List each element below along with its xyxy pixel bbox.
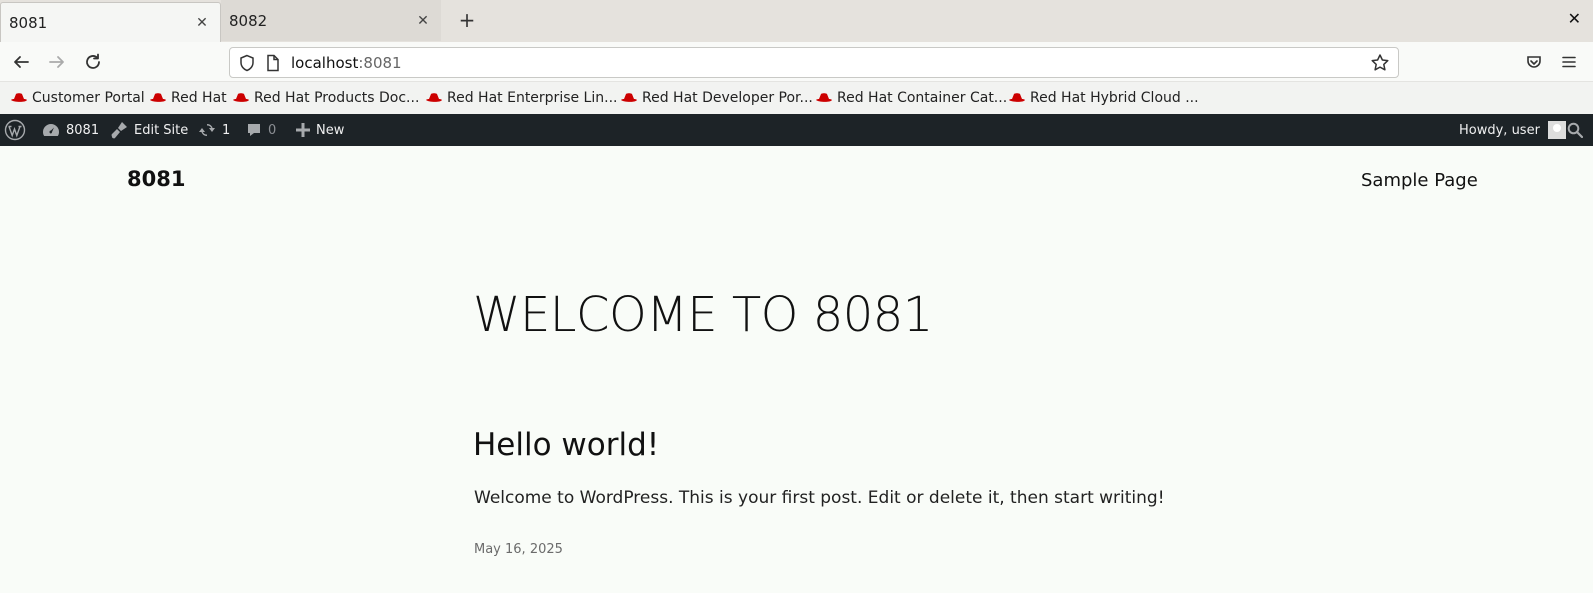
redhat-icon xyxy=(1009,93,1025,102)
tab-strip: 8081 ✕ 8082 ✕ + ✕ xyxy=(0,0,1593,42)
tab-title: 8081 xyxy=(9,13,48,32)
close-tab-icon[interactable]: ✕ xyxy=(415,13,431,29)
wp-admin-bar: 8081 Edit Site 1 0 New Howdy, user xyxy=(0,114,1593,146)
post-date-link[interactable]: May 16, 2025 xyxy=(474,542,563,557)
close-tab-icon[interactable]: ✕ xyxy=(194,15,210,31)
wordpress-logo-button[interactable] xyxy=(4,114,26,146)
pocket-button[interactable] xyxy=(1522,50,1546,74)
bookmark-label: Red Hat Enterprise Lin... xyxy=(447,90,618,106)
bookmark-red-hat-container-catalog[interactable]: Red Hat Container Cat... xyxy=(815,90,1007,106)
bookmark-customer-portal[interactable]: Customer Portal xyxy=(10,90,145,106)
new-content-button[interactable]: New xyxy=(296,114,344,146)
window-close-icon[interactable]: ✕ xyxy=(1568,9,1581,28)
bookmark-red-hat-products-doc[interactable]: Red Hat Products Doc... xyxy=(232,90,419,106)
redhat-icon xyxy=(150,93,166,102)
updates-count: 1 xyxy=(222,122,231,138)
tab-8081[interactable]: 8081 ✕ xyxy=(0,2,221,42)
bookmark-red-hat-developer-portal[interactable]: Red Hat Developer Por... xyxy=(620,90,813,106)
post-title-link[interactable]: Hello world! xyxy=(473,427,659,463)
forward-arrow-icon xyxy=(49,56,64,68)
url-bar[interactable]: localhost:8081 xyxy=(229,47,1399,78)
hamburger-menu-icon xyxy=(1562,56,1576,68)
navigation-toolbar: localhost:8081 xyxy=(0,42,1593,82)
comments-count: 0 xyxy=(268,122,277,138)
back-button[interactable] xyxy=(9,50,33,74)
url-text: localhost:8081 xyxy=(291,54,402,72)
bookmark-red-hat-hybrid-cloud[interactable]: Red Hat Hybrid Cloud ... xyxy=(1008,90,1199,106)
bookmark-red-hat[interactable]: Red Hat xyxy=(149,90,227,106)
forward-button[interactable] xyxy=(45,50,69,74)
wordpress-logo-icon xyxy=(4,119,26,141)
site-name-menu[interactable]: 8081 xyxy=(42,114,99,146)
bookmark-red-hat-enterprise-linux[interactable]: Red Hat Enterprise Lin... xyxy=(425,90,617,106)
search-icon xyxy=(1567,122,1583,138)
shield-icon[interactable] xyxy=(238,54,256,72)
redhat-icon xyxy=(11,93,27,102)
back-arrow-icon xyxy=(14,56,29,68)
bookmark-label: Red Hat Container Cat... xyxy=(837,90,1008,106)
howdy-label: Howdy, user xyxy=(1459,122,1540,138)
pocket-icon xyxy=(1527,56,1541,68)
comment-icon xyxy=(248,124,260,136)
bookmark-label: Customer Portal xyxy=(32,90,145,106)
bookmark-label: Red Hat xyxy=(171,90,227,106)
bookmark-label: Red Hat Developer Por... xyxy=(642,90,813,106)
post-excerpt: Welcome to WordPress. This is your first… xyxy=(474,488,1165,508)
updates-icon xyxy=(199,124,215,136)
plus-icon xyxy=(296,123,310,137)
bookmark-label: Red Hat Hybrid Cloud ... xyxy=(1030,90,1199,106)
bookmark-label: Red Hat Products Doc... xyxy=(254,90,420,106)
page-icon[interactable] xyxy=(265,54,281,72)
bookmarks-toolbar: Customer Portal Red Hat Red Hat Products… xyxy=(0,82,1593,114)
redhat-icon xyxy=(426,93,442,102)
tab-8082[interactable]: 8082 ✕ xyxy=(221,0,441,41)
redhat-icon xyxy=(233,93,249,102)
bookmark-star-icon[interactable] xyxy=(1370,53,1390,73)
nav-link-sample-page[interactable]: Sample Page xyxy=(1361,170,1478,191)
brush-icon xyxy=(111,122,127,139)
admin-search-button[interactable] xyxy=(1567,114,1583,146)
comments-button[interactable]: 0 xyxy=(246,114,276,146)
site-name-label: 8081 xyxy=(66,122,100,138)
my-account-menu[interactable]: Howdy, user xyxy=(1459,114,1566,146)
redhat-icon xyxy=(621,93,637,102)
site-title-link[interactable]: 8081 xyxy=(127,167,185,191)
updates-button[interactable]: 1 xyxy=(198,114,230,146)
redhat-icon xyxy=(816,93,832,102)
reload-button[interactable] xyxy=(81,50,105,74)
tab-title: 8082 xyxy=(229,11,268,30)
avatar xyxy=(1547,121,1566,139)
page-heading: WELCOME TO 8081 xyxy=(473,287,933,343)
reload-icon xyxy=(86,53,100,69)
new-tab-icon[interactable]: + xyxy=(456,8,478,32)
menu-button[interactable] xyxy=(1557,50,1581,74)
edit-site-label: Edit Site xyxy=(134,122,189,138)
new-label: New xyxy=(316,122,345,138)
dashboard-icon xyxy=(43,124,59,136)
edit-site-button[interactable]: Edit Site xyxy=(110,114,188,146)
